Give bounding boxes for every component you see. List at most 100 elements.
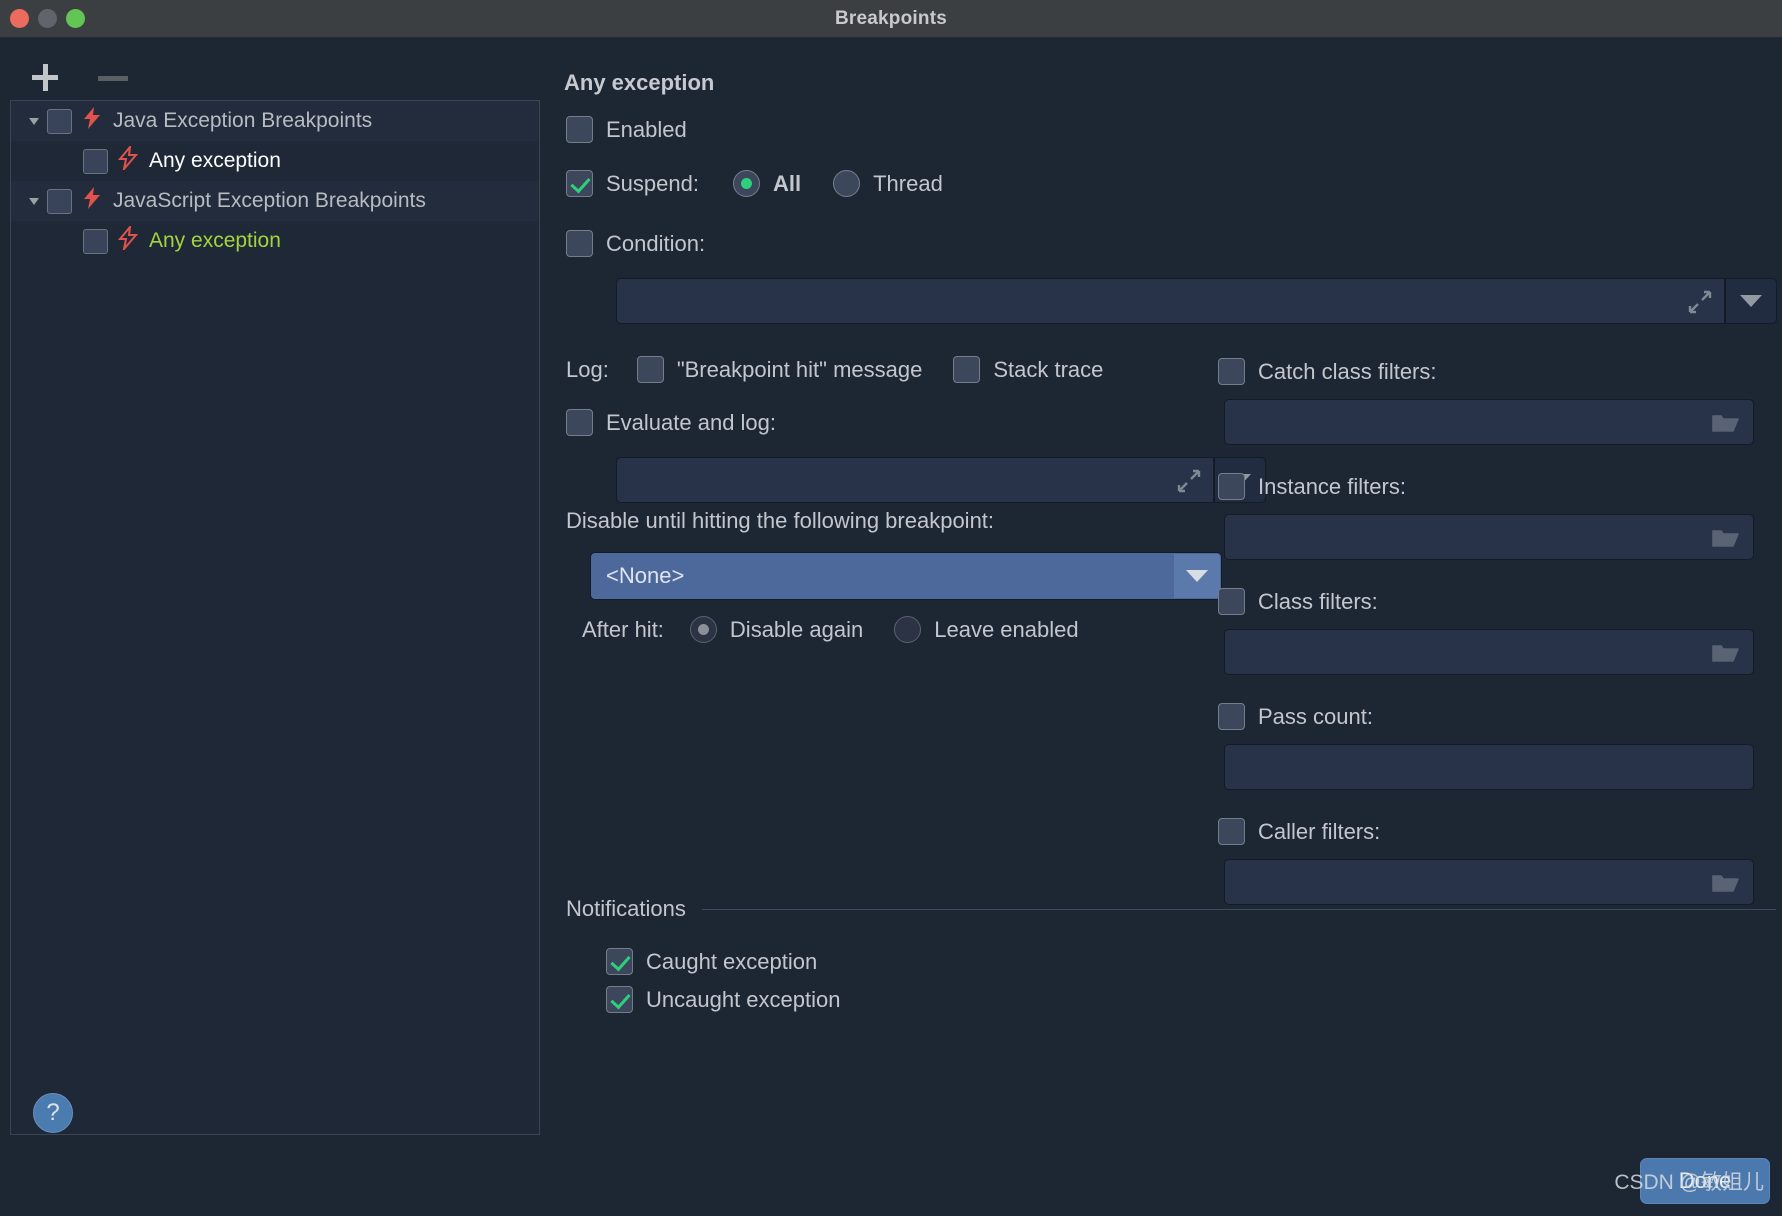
instance-filters-checkbox[interactable] [1218, 473, 1245, 500]
browse-folder-icon[interactable] [1711, 872, 1739, 899]
catch-class-filters-checkbox[interactable] [1218, 358, 1245, 385]
browse-folder-icon[interactable] [1711, 527, 1739, 554]
pass-count-input[interactable] [1224, 744, 1754, 790]
evaluate-and-log-checkbox[interactable] [566, 409, 593, 436]
dialog-body: Java Exception Breakpoints Any exception [0, 38, 1782, 1216]
log-row: Log: "Breakpoint hit" message Stack trac… [566, 356, 1103, 383]
condition-input[interactable] [616, 278, 1725, 324]
condition-field-group[interactable] [616, 278, 1777, 324]
disable-until-label: Disable until hitting the following brea… [566, 508, 995, 533]
caller-filters-checkbox[interactable] [1218, 818, 1245, 845]
catch-class-filters-label: Catch class filters: [1258, 358, 1437, 384]
pass-count-checkbox[interactable] [1218, 703, 1245, 730]
enabled-row[interactable]: Enabled [566, 116, 687, 143]
add-breakpoint-button[interactable] [32, 63, 60, 92]
breakpoint-bolt-icon [81, 186, 107, 216]
uncaught-exception-checkbox[interactable] [606, 986, 633, 1013]
after-hit-label: After hit: [582, 616, 664, 642]
instance-filters-row[interactable]: Instance filters: [1218, 473, 1773, 500]
evaluate-and-log-input[interactable] [616, 457, 1214, 503]
suspend-row[interactable]: Suspend: All Thread [566, 170, 943, 197]
tree-item-javascript-exception-breakpoints[interactable]: JavaScript Exception Breakpoints [11, 181, 539, 221]
catch-class-filters-input[interactable] [1224, 399, 1754, 445]
evaluate-and-log-row[interactable]: Evaluate and log: [566, 409, 776, 436]
log-label: Log: [566, 356, 609, 382]
tree-item-javascript-any-exception[interactable]: Any exception [11, 221, 539, 261]
suspend-checkbox[interactable] [566, 170, 593, 197]
class-filters-row[interactable]: Class filters: [1218, 588, 1773, 615]
breakpoint-bolt-outline-icon [117, 143, 143, 176]
condition-label: Condition: [606, 230, 706, 256]
done-button[interactable]: Done [1640, 1158, 1770, 1204]
chevron-down-icon[interactable] [1174, 554, 1220, 598]
disable-until-breakpoint-select[interactable]: <None> [590, 552, 1222, 600]
maximize-button[interactable] [66, 9, 85, 28]
class-filters-label: Class filters: [1258, 588, 1378, 614]
tree-item-java-exception-breakpoints[interactable]: Java Exception Breakpoints [11, 101, 539, 141]
enabled-checkbox[interactable] [566, 116, 593, 143]
chevron-down-icon[interactable] [21, 113, 47, 129]
help-button[interactable]: ? [33, 1093, 73, 1133]
caller-filters-label: Caller filters: [1258, 818, 1381, 844]
uncaught-exception-label: Uncaught exception [646, 986, 841, 1012]
breakpoints-sidebar: Java Exception Breakpoints Any exception [10, 55, 540, 1155]
pass-count-label: Pass count: [1258, 703, 1373, 729]
close-button[interactable] [10, 9, 29, 28]
pass-count-row[interactable]: Pass count: [1218, 703, 1773, 730]
breakpoints-tree[interactable]: Java Exception Breakpoints Any exception [10, 100, 540, 1135]
after-hit-disable-again-radio[interactable] [689, 616, 717, 643]
instance-filters-input[interactable] [1224, 514, 1754, 560]
caller-filters-row[interactable]: Caller filters: [1218, 818, 1773, 845]
stack-trace-label: Stack trace [993, 356, 1104, 382]
chevron-down-icon[interactable] [21, 193, 47, 209]
class-filters-input[interactable] [1224, 629, 1754, 675]
window-titlebar: Breakpoints [0, 0, 1782, 38]
condition-dropdown-button[interactable] [1725, 278, 1777, 324]
tree-item-checkbox[interactable] [47, 108, 72, 134]
suspend-thread-label: Thread [873, 170, 943, 196]
breakpoint-hit-message-label: "Breakpoint hit" message [676, 356, 923, 382]
tree-item-label: Java Exception Breakpoints [113, 109, 373, 132]
minimize-button[interactable] [38, 9, 57, 28]
suspend-thread-radio[interactable] [833, 170, 861, 197]
tree-item-checkbox[interactable] [83, 228, 108, 254]
breakpoint-bolt-icon [81, 106, 107, 136]
stack-trace-checkbox[interactable] [953, 356, 981, 383]
after-hit-leave-enabled-label: Leave enabled [934, 616, 1079, 642]
breakpoint-details-panel: Any exception Enabled Suspend: All Threa… [560, 38, 1782, 1216]
after-hit-row[interactable]: After hit: Disable again Leave enabled [582, 616, 1079, 643]
section-divider [701, 908, 1776, 910]
suspend-all-radio[interactable] [732, 170, 760, 197]
tree-item-checkbox[interactable] [47, 188, 72, 214]
remove-breakpoint-button[interactable] [98, 64, 128, 92]
chevron-down-icon [1740, 295, 1762, 307]
breakpoint-bolt-outline-icon [117, 223, 143, 256]
catch-class-filters-row[interactable]: Catch class filters: [1218, 358, 1773, 385]
condition-checkbox[interactable] [566, 230, 593, 257]
expand-icon[interactable] [1177, 469, 1201, 498]
page-title: Any exception [564, 70, 715, 95]
class-filters-checkbox[interactable] [1218, 588, 1245, 615]
notifications-section-header: Notifications [566, 896, 1776, 922]
notifications-title: Notifications [566, 896, 686, 921]
tree-item-label: JavaScript Exception Breakpoints [113, 189, 426, 212]
expand-icon[interactable] [1688, 290, 1712, 319]
caught-exception-row[interactable]: Caught exception [606, 948, 817, 975]
instance-filters-label: Instance filters: [1258, 473, 1406, 499]
tree-item-java-any-exception[interactable]: Any exception [11, 141, 539, 181]
browse-folder-icon[interactable] [1711, 412, 1739, 439]
window-controls[interactable] [10, 9, 85, 28]
tree-item-checkbox[interactable] [83, 148, 108, 174]
after-hit-leave-enabled-radio[interactable] [894, 616, 922, 643]
condition-row[interactable]: Condition: [566, 230, 705, 257]
tree-item-label: Any exception [149, 229, 281, 252]
caught-exception-checkbox[interactable] [606, 948, 633, 975]
filters-column: Catch class filters: Instance filters: C… [1218, 358, 1773, 905]
suspend-label: Suspend: [606, 170, 699, 196]
evaluate-and-log-field-group[interactable] [616, 457, 1266, 503]
uncaught-exception-row[interactable]: Uncaught exception [606, 986, 840, 1013]
breakpoint-hit-message-checkbox[interactable] [636, 356, 664, 383]
browse-folder-icon[interactable] [1711, 642, 1739, 669]
enabled-label: Enabled [606, 116, 687, 142]
after-hit-disable-again-label: Disable again [729, 616, 864, 642]
